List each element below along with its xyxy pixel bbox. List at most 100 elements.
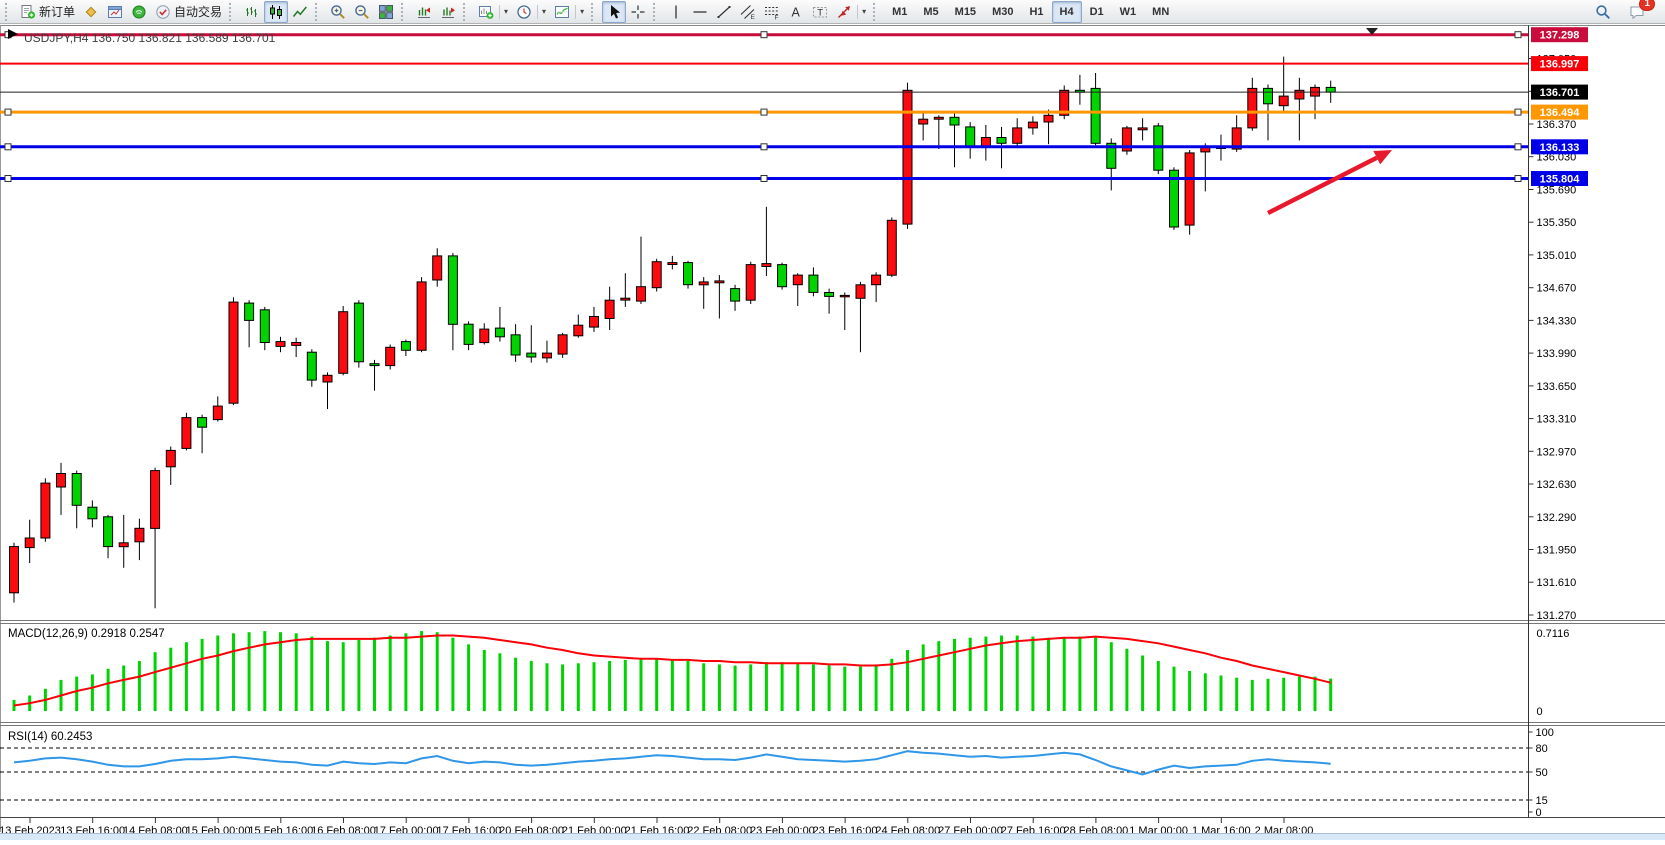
cursor-tool-button[interactable] xyxy=(602,1,626,23)
shift-end-icon xyxy=(440,4,456,20)
zoom-out-icon xyxy=(354,4,370,20)
text-tool-button[interactable]: A xyxy=(784,1,808,23)
vertical-line-tool-button[interactable] xyxy=(664,1,688,23)
tf-w1-button[interactable]: W1 xyxy=(1112,1,1145,23)
new-order-label: 新订单 xyxy=(39,3,75,20)
line-chart-mode-button[interactable] xyxy=(288,1,312,23)
toolbar-grip-timeframes xyxy=(873,3,879,21)
toolbar-grip-cursor xyxy=(591,3,597,21)
line-handle xyxy=(1515,109,1521,115)
auto-trading-button[interactable]: 自动交易 xyxy=(151,1,226,23)
svg-text:135.350: 135.350 xyxy=(1537,217,1577,229)
tf-m15-label: M15 xyxy=(951,6,980,18)
svg-text:137.298: 137.298 xyxy=(1540,30,1580,42)
toolbar-grip-shift xyxy=(401,3,407,21)
zoom-in-button[interactable] xyxy=(326,1,350,23)
chart-shift-button[interactable] xyxy=(436,1,460,23)
fibonacci-tool-button[interactable]: F xyxy=(760,1,784,23)
tf-h1-label: H1 xyxy=(1025,6,1047,18)
profiles-button[interactable] xyxy=(79,1,103,23)
bar-chart-mode-button[interactable] xyxy=(240,1,264,23)
market-watch-button[interactable] xyxy=(127,1,151,23)
channel-tool-button[interactable]: E xyxy=(736,1,760,23)
zoom-out-button[interactable] xyxy=(350,1,374,23)
hline-icon xyxy=(692,4,708,20)
tf-m1-button[interactable]: M1 xyxy=(884,1,915,23)
tile-windows-icon xyxy=(378,4,394,20)
tf-m30-button[interactable]: M30 xyxy=(984,1,1021,23)
green-orb-icon xyxy=(131,4,147,20)
label-tool-button[interactable]: T xyxy=(808,1,832,23)
svg-text:134.330: 134.330 xyxy=(1537,315,1577,327)
dropdown-arrow-icon: ▾ xyxy=(542,7,546,16)
svg-text:136.701: 136.701 xyxy=(1540,87,1580,99)
candle-chart-mode-button[interactable] xyxy=(264,1,288,23)
svg-text:135.804: 135.804 xyxy=(1540,174,1581,186)
arrows-tool-button[interactable]: ▾ xyxy=(832,1,870,23)
crosshair-tool-button[interactable] xyxy=(626,1,650,23)
horizontal-line-tool-button[interactable] xyxy=(688,1,712,23)
tf-h4-label: H4 xyxy=(1056,6,1078,18)
svg-text:F: F xyxy=(775,14,779,20)
svg-text:131.950: 131.950 xyxy=(1537,545,1577,557)
notification-badge: 1 xyxy=(1639,0,1655,11)
new-chart-icon xyxy=(478,4,494,20)
new-chart-button[interactable]: ▾ xyxy=(474,1,512,23)
tf-d1-button[interactable]: D1 xyxy=(1082,1,1112,23)
svg-text:0: 0 xyxy=(1537,706,1543,718)
tf-mn-label: MN xyxy=(1148,6,1173,18)
search-button[interactable] xyxy=(1591,1,1615,23)
tf-m5-button[interactable]: M5 xyxy=(915,1,946,23)
dropdown-arrow-icon: ▾ xyxy=(862,7,866,16)
chart-window-button[interactable] xyxy=(103,1,127,23)
period-selector-button[interactable]: ▾ xyxy=(512,1,550,23)
line-handle xyxy=(5,144,11,150)
svg-text:133.310: 133.310 xyxy=(1537,414,1577,426)
search-icon xyxy=(1595,4,1611,20)
svg-text:E: E xyxy=(751,14,756,20)
tile-windows-button[interactable] xyxy=(374,1,398,23)
new-order-button[interactable]: 新订单 xyxy=(16,1,79,23)
line-handle xyxy=(1515,144,1521,150)
new-order-icon xyxy=(20,4,36,20)
svg-text:A: A xyxy=(792,5,801,19)
usdjpy-h4-chart[interactable]: USDJPY,H4 136.750 136.821 136.589 136.70… xyxy=(0,24,1665,840)
channel-icon: E xyxy=(740,4,756,20)
toolbar-grip-chart-type xyxy=(229,3,235,21)
chart-bars-icon xyxy=(244,4,260,20)
svg-text:0: 0 xyxy=(1536,807,1542,819)
tf-h4-button[interactable]: H4 xyxy=(1052,1,1082,23)
vline-icon xyxy=(668,4,684,20)
chart-title: USDJPY,H4 136.750 136.821 136.589 136.70… xyxy=(24,31,276,45)
svg-text:0.7116: 0.7116 xyxy=(1537,628,1570,640)
line-handle xyxy=(1515,176,1521,182)
text-icon: A xyxy=(788,4,804,20)
fibonacci-icon: F xyxy=(764,4,780,20)
auto-scroll-button[interactable] xyxy=(412,1,436,23)
svg-text:136.997: 136.997 xyxy=(1540,59,1580,71)
arrows-icon xyxy=(836,4,852,20)
tf-m1-label: M1 xyxy=(888,6,911,18)
dropdown-arrow-icon: ▾ xyxy=(504,7,508,16)
zoom-in-icon xyxy=(330,4,346,20)
tf-mn-button[interactable]: MN xyxy=(1144,1,1177,23)
notifications-button[interactable]: 1 xyxy=(1625,1,1649,23)
svg-text:132.630: 132.630 xyxy=(1537,479,1577,491)
tf-m15-button[interactable]: M15 xyxy=(947,1,984,23)
svg-text:135.690: 135.690 xyxy=(1537,185,1577,197)
templates-button[interactable]: ▾ xyxy=(550,1,588,23)
tf-h1-button[interactable]: H1 xyxy=(1021,1,1051,23)
chart-line-icon xyxy=(292,4,308,20)
trendline-tool-button[interactable] xyxy=(712,1,736,23)
line-handle xyxy=(5,109,11,115)
tf-m5-label: M5 xyxy=(919,6,942,18)
tf-d1-label: D1 xyxy=(1086,6,1108,18)
svg-text:133.990: 133.990 xyxy=(1537,348,1577,360)
template-icon xyxy=(554,4,570,20)
auto-trading-label: 自动交易 xyxy=(174,3,222,20)
svg-text:132.290: 132.290 xyxy=(1537,512,1577,524)
line-handle xyxy=(5,176,11,182)
chart-panel[interactable]: USDJPY,H4 136.750 136.821 136.589 136.70… xyxy=(0,24,1665,840)
svg-text:135.010: 135.010 xyxy=(1537,250,1577,262)
cursor-icon xyxy=(606,4,622,20)
